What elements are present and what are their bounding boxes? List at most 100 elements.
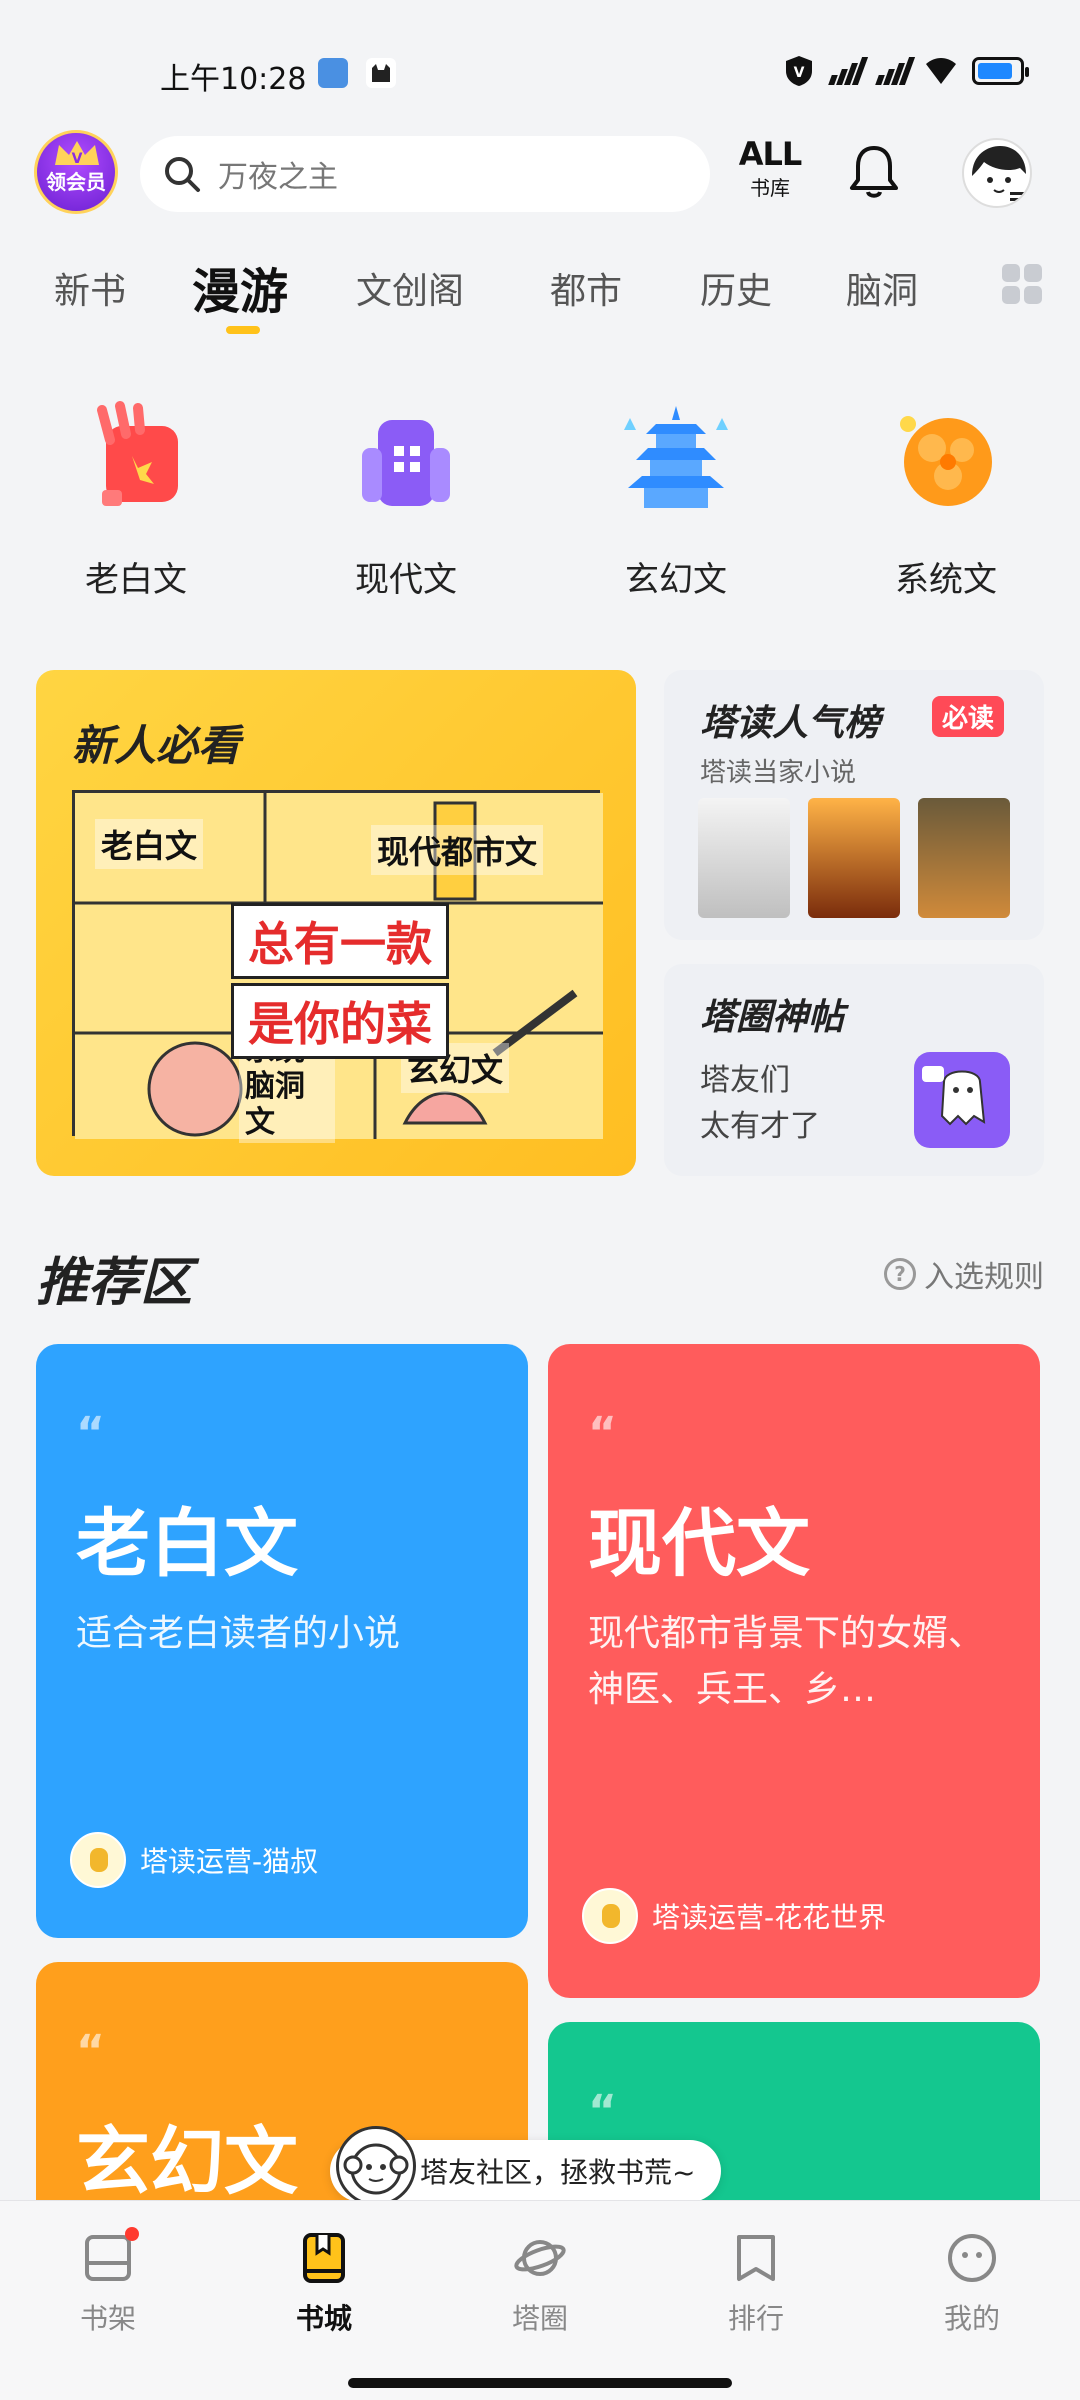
community-text-line2: 太有才了 bbox=[700, 1109, 820, 1144]
profile-icon bbox=[945, 2231, 999, 2285]
crown-icon: V bbox=[55, 141, 99, 167]
planet-icon bbox=[513, 2231, 567, 2285]
ranking-subtitle: 塔读当家小说 bbox=[700, 758, 857, 788]
banner-artwork: 老白文 现代都市文 系统脑洞文 玄幻文 总有一款 是你的菜 bbox=[72, 790, 603, 1143]
author-name: 塔读运营-花花世界 bbox=[652, 1901, 887, 1934]
signal-1-icon bbox=[828, 57, 869, 85]
signal-2-icon bbox=[875, 57, 916, 85]
ghost-mascot-icon bbox=[914, 1052, 1010, 1148]
monkey-mascot-icon bbox=[336, 2126, 416, 2206]
search-icon bbox=[165, 157, 200, 192]
help-icon: ? bbox=[884, 1258, 916, 1290]
bell-icon[interactable] bbox=[848, 142, 900, 200]
tab-urban[interactable]: 都市 bbox=[550, 262, 622, 314]
quote-mark-icon: “ bbox=[76, 1408, 105, 1459]
user-avatar[interactable] bbox=[962, 138, 1032, 208]
quote-mark-icon: “ bbox=[588, 2086, 617, 2137]
nav-ranking[interactable]: 排行 bbox=[686, 2231, 826, 2337]
ranking-card[interactable]: 塔读人气榜 必读 塔读当家小说 bbox=[664, 670, 1044, 940]
must-read-badge: 必读 bbox=[932, 696, 1005, 737]
home-indicator[interactable] bbox=[348, 2378, 732, 2388]
notification-dot bbox=[125, 2227, 139, 2241]
author-name: 塔读运营-猫叔 bbox=[140, 1845, 319, 1878]
library-all-label: ALL bbox=[738, 135, 803, 173]
card-description: 适合老白读者的小说 bbox=[76, 1613, 401, 1654]
battery-level bbox=[978, 63, 1012, 79]
slogan-line-2: 是你的菜 bbox=[231, 983, 449, 1059]
nav-label: 书架 bbox=[79, 2302, 136, 2335]
card-title: 老白文 bbox=[76, 1501, 298, 1587]
community-text: 塔友们 太有才了 bbox=[700, 1058, 820, 1150]
vpn-icon: V bbox=[786, 56, 812, 86]
status-indicators: V bbox=[782, 54, 1029, 88]
genre-label: 玄幻文 bbox=[625, 560, 727, 600]
active-tab-indicator bbox=[226, 326, 260, 334]
card-title: 玄幻文 bbox=[76, 2119, 298, 2205]
author-avatar bbox=[70, 1832, 126, 1888]
newcomer-banner[interactable]: 新人必看 老白文 现代都市文 系统脑洞文 玄幻文 总有一款 是你的菜 bbox=[36, 670, 636, 1176]
search-placeholder: 万夜之主 bbox=[218, 160, 338, 195]
building-icon bbox=[362, 420, 450, 506]
category-tabs: 新书 漫游 文创阁 都市 历史 脑洞 bbox=[0, 250, 1080, 340]
book-cover[interactable] bbox=[808, 798, 900, 918]
banner-slogan: 总有一款 是你的菜 bbox=[155, 901, 525, 1061]
tab-creative[interactable]: 文创阁 bbox=[356, 262, 464, 314]
ranking-title: 塔读人气榜 bbox=[700, 703, 881, 744]
bookshelf-icon bbox=[81, 2227, 139, 2285]
nav-tower-circle[interactable]: 塔圈 bbox=[470, 2231, 610, 2337]
tab-roaming[interactable]: 漫游 bbox=[192, 252, 288, 322]
genre-label: 老白文 bbox=[85, 560, 187, 600]
recommend-section-title: 推荐区 bbox=[36, 1253, 193, 1313]
rules-link[interactable]: ? 入选规则 bbox=[884, 1252, 1044, 1296]
book-cover[interactable] bbox=[918, 798, 1010, 918]
library-label: 书库 bbox=[750, 176, 790, 200]
card-title: 现代文 bbox=[588, 1501, 810, 1587]
recommend-card[interactable]: “ 老白文 适合老白读者的小说 塔读运营-猫叔 bbox=[36, 1344, 528, 1938]
genre-fantasy[interactable]: 玄幻文 bbox=[586, 400, 766, 601]
card-author: 塔读运营-花花世界 bbox=[582, 1888, 886, 1944]
wifi-icon bbox=[926, 58, 956, 84]
tab-history[interactable]: 历史 bbox=[700, 262, 772, 314]
vip-badge[interactable]: V 领会员 bbox=[34, 130, 118, 214]
banner-tag-modern-urban: 现代都市文 bbox=[371, 825, 544, 875]
top-bar: V 领会员 万夜之主 ALL 书库 bbox=[0, 120, 1080, 230]
tab-brainstorm[interactable]: 脑洞 bbox=[846, 262, 918, 314]
quote-mark-icon: “ bbox=[76, 2026, 105, 2077]
svg-text:V: V bbox=[794, 65, 805, 81]
nav-label: 排行 bbox=[727, 2302, 784, 2335]
ranking-icon bbox=[729, 2231, 783, 2285]
recommend-card[interactable]: “ 现代文 现代都市背景下的女婿、神医、兵王、乡… 塔读运营-花花世界 bbox=[548, 1344, 1040, 1998]
author-avatar bbox=[582, 1888, 638, 1944]
tab-new-books[interactable]: 新书 bbox=[54, 262, 126, 314]
all-categories-icon[interactable] bbox=[1002, 264, 1042, 304]
vip-label: 领会员 bbox=[46, 170, 106, 194]
genre-old-white[interactable]: 老白文 bbox=[46, 400, 226, 601]
genre-label: 现代文 bbox=[355, 560, 457, 600]
slogan-line-1: 总有一款 bbox=[231, 903, 449, 979]
nav-label: 塔圈 bbox=[511, 2302, 568, 2335]
library-button[interactable]: ALL 书库 bbox=[735, 136, 805, 201]
community-text-line1: 塔友们 bbox=[700, 1063, 790, 1098]
orb-icon bbox=[900, 416, 992, 506]
nav-profile[interactable]: 我的 bbox=[902, 2231, 1042, 2337]
book-cover[interactable] bbox=[698, 798, 790, 918]
rules-label: 入选规则 bbox=[924, 1260, 1044, 1295]
bookstore-icon bbox=[297, 2231, 351, 2285]
genre-label: 系统文 bbox=[895, 560, 997, 600]
community-card[interactable]: 塔圈神帖 塔友们 太有才了 bbox=[664, 964, 1044, 1176]
battery-icon bbox=[972, 57, 1029, 85]
status-time: 上午10:28 bbox=[160, 62, 307, 97]
nav-bookstore[interactable]: 书城 bbox=[254, 2231, 394, 2337]
banner-tag-old-white: 老白文 bbox=[95, 819, 204, 869]
app-notification-icon bbox=[318, 58, 348, 88]
genre-system[interactable]: 系统文 bbox=[856, 400, 1036, 601]
nav-bookshelf[interactable]: 书架 bbox=[38, 2227, 178, 2337]
nav-label: 书城 bbox=[295, 2302, 352, 2335]
search-input[interactable]: 万夜之主 bbox=[140, 136, 710, 212]
card-author: 塔读运营-猫叔 bbox=[70, 1832, 318, 1888]
genre-modern[interactable]: 现代文 bbox=[316, 400, 496, 601]
svg-text:V: V bbox=[72, 151, 83, 167]
community-bubble[interactable]: 塔友社区，拯救书荒~ bbox=[330, 2126, 722, 2206]
card-description: 现代都市背景下的女婿、神医、兵王、乡… bbox=[588, 1613, 985, 1710]
banner-title: 新人必看 bbox=[72, 721, 241, 770]
